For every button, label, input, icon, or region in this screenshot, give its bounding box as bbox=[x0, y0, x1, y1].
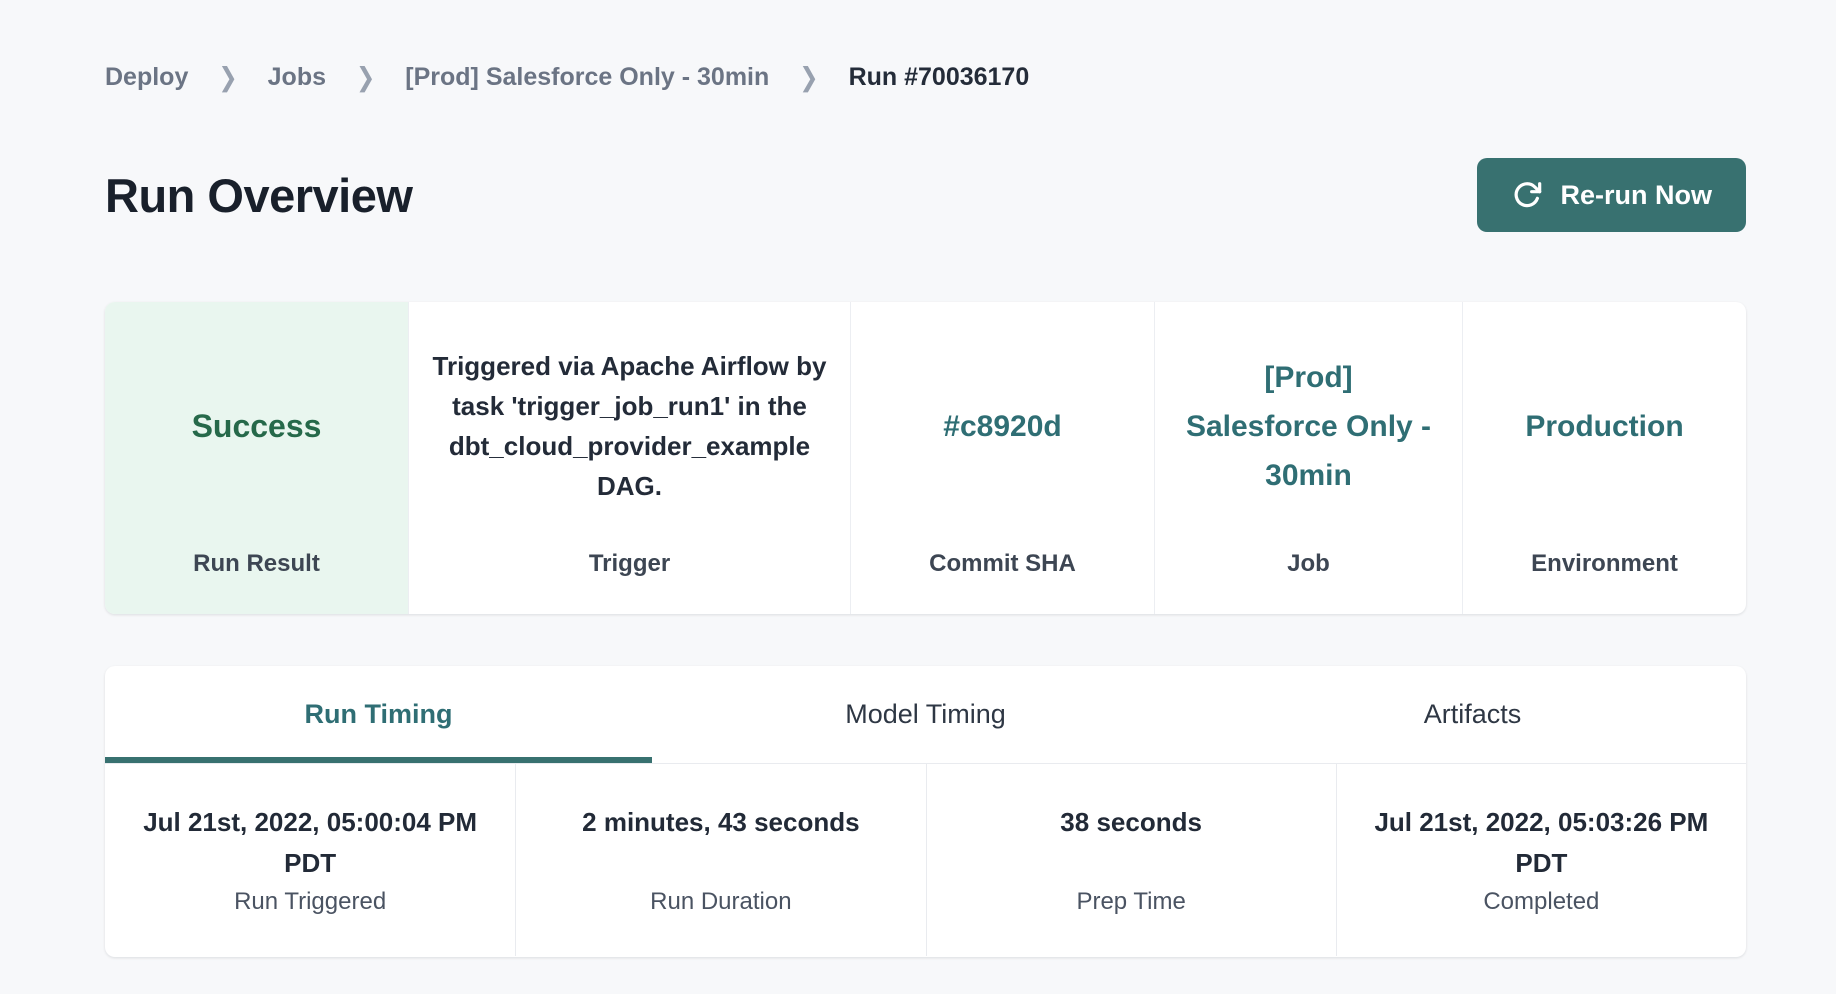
timing-label: Run Triggered bbox=[105, 888, 515, 916]
chevron-right-icon: ❯ bbox=[356, 61, 375, 92]
status-badge: Success bbox=[192, 408, 322, 445]
environment-link[interactable]: Production bbox=[1525, 402, 1683, 451]
summary-card-environment: Production Environment bbox=[1462, 302, 1746, 614]
summary-card-label: Environment bbox=[1531, 550, 1678, 614]
summary-card-trigger: Triggered via Apache Airflow by task 'tr… bbox=[408, 302, 850, 614]
tab-model-timing[interactable]: Model Timing bbox=[652, 666, 1199, 763]
trigger-description: Triggered via Apache Airflow by task 'tr… bbox=[431, 346, 829, 506]
page-header: Run Overview Re-run Now bbox=[105, 158, 1746, 232]
timing-cell-completed: Jul 21st, 2022, 05:03:26 PM PDT Complete… bbox=[1336, 764, 1746, 956]
rerun-now-label: Re-run Now bbox=[1561, 180, 1713, 211]
timing-cell-prep-time: 38 seconds Prep Time bbox=[926, 764, 1336, 956]
summary-card-label: Job bbox=[1287, 550, 1330, 614]
run-overview-page: Deploy ❯ Jobs ❯ [Prod] Salesforce Only -… bbox=[105, 0, 1746, 957]
breadcrumb-item-jobs[interactable]: Jobs bbox=[268, 63, 326, 92]
summary-card-run-result: Success Run Result bbox=[105, 302, 408, 614]
summary-card-job: [Prod] Salesforce Only - 30min Job bbox=[1154, 302, 1462, 614]
breadcrumb: Deploy ❯ Jobs ❯ [Prod] Salesforce Only -… bbox=[105, 60, 1746, 94]
timing-label: Prep Time bbox=[927, 888, 1336, 916]
run-summary-cards: Success Run Result Triggered via Apache … bbox=[105, 302, 1746, 614]
refresh-icon bbox=[1511, 179, 1543, 211]
chevron-right-icon: ❯ bbox=[218, 61, 237, 92]
summary-card-commit-sha: #c8920d Commit SHA bbox=[850, 302, 1154, 614]
rerun-now-button[interactable]: Re-run Now bbox=[1477, 158, 1747, 232]
timing-panel: Run Timing Model Timing Artifacts Jul 21… bbox=[105, 666, 1746, 957]
timing-cell-run-duration: 2 minutes, 43 seconds Run Duration bbox=[515, 764, 925, 956]
timing-label: Run Duration bbox=[516, 888, 925, 916]
tab-run-timing[interactable]: Run Timing bbox=[105, 666, 652, 763]
breadcrumb-item-deploy[interactable]: Deploy bbox=[105, 63, 188, 92]
chevron-right-icon: ❯ bbox=[799, 61, 818, 92]
summary-card-label: Commit SHA bbox=[929, 550, 1076, 614]
tab-artifacts[interactable]: Artifacts bbox=[1199, 666, 1746, 763]
commit-sha-link[interactable]: #c8920d bbox=[943, 402, 1061, 451]
timing-cell-run-triggered: Jul 21st, 2022, 05:00:04 PM PDT Run Trig… bbox=[105, 764, 515, 956]
timing-value: 38 seconds bbox=[1060, 802, 1202, 956]
breadcrumb-item-run-number: Run #70036170 bbox=[849, 63, 1030, 92]
summary-card-label: Run Result bbox=[193, 550, 320, 614]
timing-value: Jul 21st, 2022, 05:00:04 PM PDT bbox=[122, 802, 498, 956]
breadcrumb-item-job-name[interactable]: [Prod] Salesforce Only - 30min bbox=[405, 63, 769, 92]
timing-label: Completed bbox=[1337, 888, 1746, 916]
job-link[interactable]: [Prod] Salesforce Only - 30min bbox=[1186, 353, 1432, 500]
tab-bar: Run Timing Model Timing Artifacts bbox=[105, 666, 1746, 764]
timing-value: 2 minutes, 43 seconds bbox=[582, 802, 859, 956]
page-title: Run Overview bbox=[105, 168, 412, 223]
timing-value: Jul 21st, 2022, 05:03:26 PM PDT bbox=[1353, 802, 1729, 956]
summary-card-label: Trigger bbox=[589, 550, 670, 614]
run-timing-grid: Jul 21st, 2022, 05:00:04 PM PDT Run Trig… bbox=[105, 764, 1746, 956]
